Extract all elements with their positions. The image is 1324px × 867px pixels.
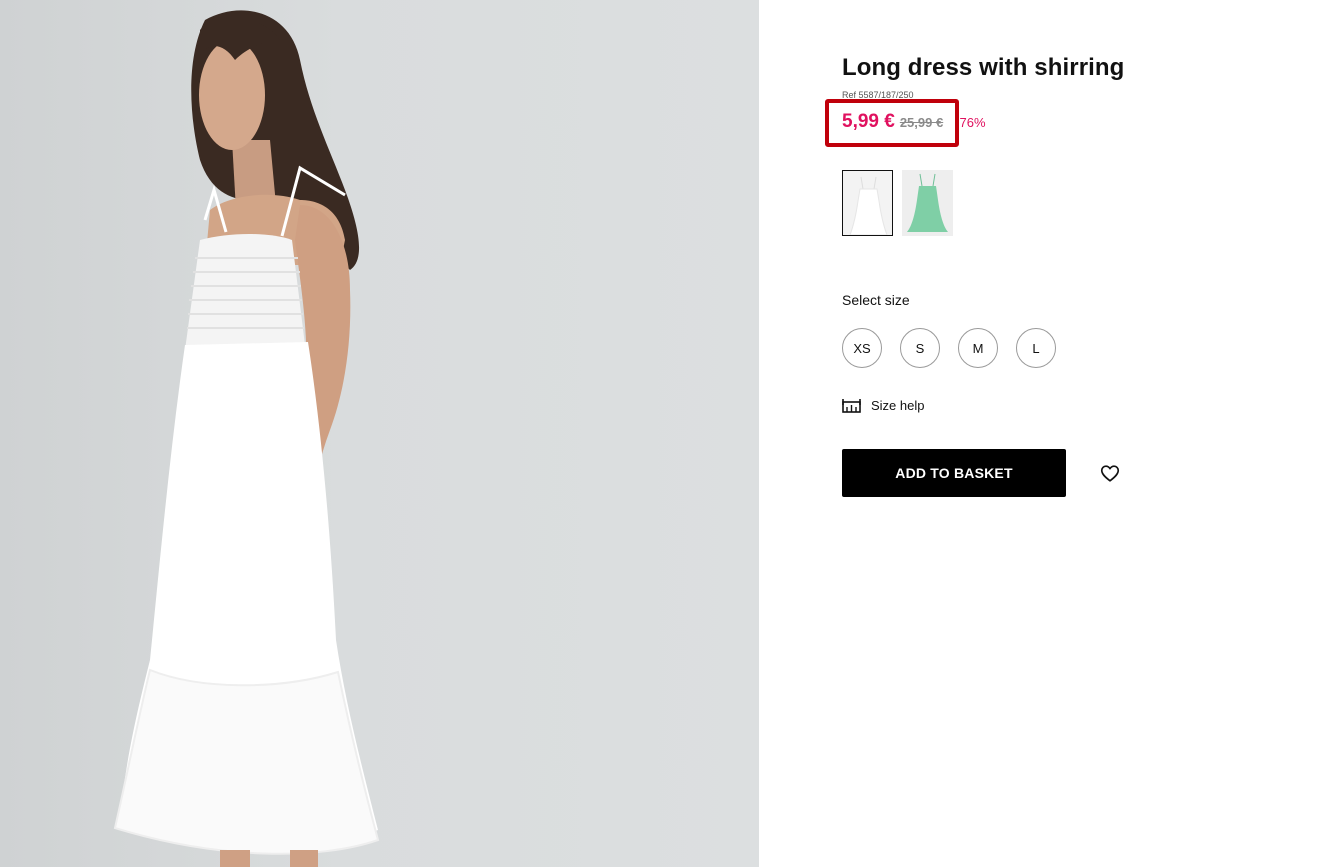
ruler-icon [842,399,861,413]
current-price: 5,99 € [842,111,895,132]
add-to-basket-button[interactable]: ADD TO BASKET [842,449,1066,497]
size-option-l[interactable]: L [1016,328,1056,368]
size-help-label: Size help [871,398,925,413]
product-title: Long dress with shirring [842,54,1125,81]
color-swatches [842,170,953,236]
heart-icon [1100,465,1120,482]
size-help-link[interactable]: Size help [842,398,924,413]
color-swatch-white[interactable] [842,170,893,236]
wishlist-button[interactable] [1099,462,1121,484]
select-size-label: Select size [842,292,910,308]
product-image[interactable] [0,0,759,867]
product-reference: Ref 5587/187/250 [842,90,914,100]
product-info-panel: Long dress with shirring Ref 5587/187/25… [825,0,1262,867]
model-illustration [113,10,380,867]
size-option-xs[interactable]: XS [842,328,882,368]
size-option-m[interactable]: M [958,328,998,368]
color-swatch-green[interactable] [902,170,953,236]
price-row: 5,99 € 25,99 € -76% [842,111,986,133]
original-price: 25,99 € [899,115,944,130]
size-options: XS S M L [842,328,1056,368]
size-option-s[interactable]: S [900,328,940,368]
discount-badge: -76% [955,115,986,130]
